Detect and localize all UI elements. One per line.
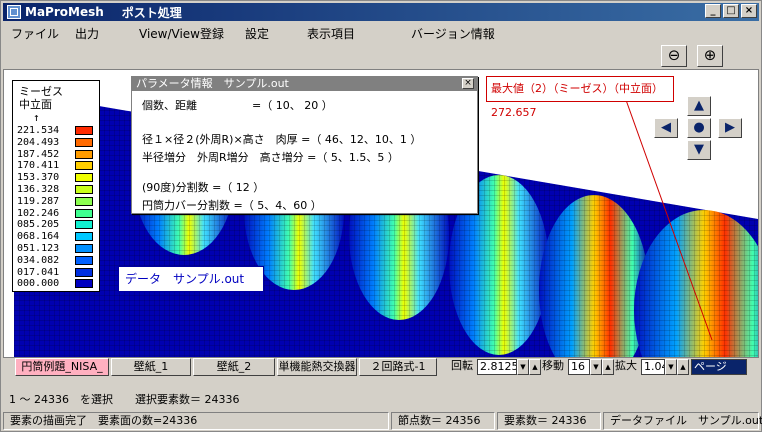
legend-title-neutral: 中立面: [19, 98, 52, 111]
param-line: 半径増分 外周R増分 高さ増分 =（ 5、1.5、5 ）: [142, 151, 399, 164]
legend-title-mises: ミーゼス: [19, 85, 63, 98]
rotate-down-icon[interactable]: ▼: [517, 359, 529, 375]
legend-value: 204.493: [17, 136, 60, 148]
legend-value: 034.082: [17, 254, 60, 266]
legend-value: 085.205: [17, 219, 60, 231]
main-window: MaProMesh ポスト処理 _ □ × ファイル 出力 View/View登…: [0, 0, 762, 432]
zoom-input[interactable]: 1.04: [641, 359, 665, 375]
legend-swatch: [75, 255, 93, 265]
minimize-button[interactable]: _: [705, 4, 721, 18]
param-line: 径１×径２(外周R)×高さ 肉厚 =（ 46、12、10、1 ）: [142, 133, 422, 146]
node-count: 節点数＝ 24356: [391, 412, 495, 430]
title-bar: MaProMesh ポスト処理 _ □ ×: [3, 3, 759, 21]
legend-swatch: [75, 267, 93, 277]
pan-down-button[interactable]: ▼: [687, 140, 711, 160]
parameter-panel[interactable]: パラメータ情報 サンプル.out × 個数、距離 =（ 10、 20 ） 径１×…: [131, 76, 478, 214]
app-subtitle: ポスト処理: [121, 5, 182, 20]
legend-value: 017.041: [17, 266, 60, 278]
legend-value: 102.246: [17, 207, 60, 219]
menu-settings[interactable]: 設定: [245, 25, 269, 42]
render-status: 要素の描画完了 要素面の数=24336: [3, 412, 389, 430]
legend-value: 136.328: [17, 184, 60, 195]
move-up-icon[interactable]: ▲: [602, 359, 614, 375]
up-arrow-icon: ↑: [33, 111, 40, 124]
tab-two-circuit[interactable]: ２回路式-1: [359, 358, 437, 376]
pan-up-button[interactable]: ▲: [687, 96, 711, 116]
rotate-input[interactable]: 2.8125: [477, 359, 517, 375]
zoom-up-icon[interactable]: ▲: [677, 359, 689, 375]
zoom-in-icon[interactable]: ⊕: [697, 45, 723, 67]
legend-value: 221.534: [17, 125, 60, 136]
menu-file[interactable]: ファイル: [11, 25, 59, 42]
legend-swatch: [75, 149, 93, 159]
zoom-label: 拡大: [615, 359, 637, 372]
page-select[interactable]: ページ: [691, 359, 747, 375]
app-title: MaProMesh: [25, 5, 104, 19]
zoom-down-icon[interactable]: ▼: [665, 359, 677, 375]
legend-value: 051.123: [17, 243, 60, 254]
legend-value: 000.000: [17, 278, 60, 290]
legend-value: 068.164: [17, 231, 60, 243]
legend-swatch: [75, 232, 93, 242]
pan-center-button[interactable]: ●: [687, 118, 711, 138]
legend-value: 187.452: [17, 148, 60, 160]
tab-cylinder[interactable]: 円筒例題_NISA_: [15, 358, 109, 376]
legend-swatch: [75, 185, 93, 194]
element-count: 要素数＝ 24336: [497, 412, 601, 430]
legend-swatch: [75, 279, 93, 289]
rotate-up-icon[interactable]: ▲: [529, 359, 541, 375]
rotate-label: 回転: [451, 359, 473, 372]
legend-value: 170.411: [17, 160, 60, 172]
selection-status: 1 ～ 24336 を選択 選択要素数＝ 24336: [9, 393, 240, 406]
menu-bar: ファイル 出力 View/View登録 設定 表示項目 バージョン情報: [3, 22, 759, 42]
param-line: (90度)分割数 =（ 12 ）: [142, 181, 265, 194]
data-file-label: データ サンプル.out: [118, 266, 264, 292]
parameter-panel-title: パラメータ情報 サンプル.out: [136, 77, 289, 90]
tab-heat-exchanger[interactable]: 単機能熱交換器: [277, 358, 357, 376]
legend-value: 153.370: [17, 172, 60, 184]
mesh-viewport[interactable]: ミーゼス 中立面 ↑ 221.534 204.493 187.452 170.411 15…: [3, 69, 759, 358]
legend-swatch: [75, 244, 93, 253]
max-value-label: 最大値（2）（ミーゼス）（中立面） 272.657: [486, 76, 674, 119]
menu-version[interactable]: バージョン情報: [411, 25, 495, 42]
legend-value: 119.287: [17, 195, 60, 207]
param-line: 円筒力バー分割数 =（ 5、4、60 ）: [142, 199, 322, 212]
zoom-out-icon[interactable]: ⊖: [661, 45, 687, 67]
pan-left-button[interactable]: ◀: [654, 118, 678, 138]
legend-swatch: [75, 126, 93, 135]
menu-display-items[interactable]: 表示項目: [307, 25, 355, 42]
legend-swatch: [75, 137, 93, 147]
move-label: 移動: [542, 359, 564, 372]
move-input[interactable]: 16: [568, 359, 590, 375]
data-file-status: データファイル サンプル.out: [603, 412, 762, 430]
pan-right-button[interactable]: ▶: [718, 118, 742, 138]
legend-swatch: [75, 208, 93, 218]
maximize-button[interactable]: □: [723, 4, 739, 18]
stress-legend: ミーゼス 中立面 ↑ 221.534 204.493 187.452 170.411 15…: [12, 80, 100, 292]
app-icon: [7, 5, 21, 19]
legend-swatch: [75, 161, 93, 171]
toolbar: ⊖ ⊕: [3, 43, 759, 69]
legend-swatch: [75, 220, 93, 230]
menu-output[interactable]: 出力: [75, 25, 99, 42]
legend-swatch: [75, 173, 93, 183]
tab-wallpaper-2[interactable]: 壁紙_2: [193, 358, 275, 376]
move-down-icon[interactable]: ▼: [590, 359, 602, 375]
menu-view[interactable]: View/View登録: [139, 25, 224, 42]
close-button[interactable]: ×: [741, 4, 757, 18]
legend-swatch: [75, 196, 93, 206]
parameter-panel-header[interactable]: パラメータ情報 サンプル.out ×: [132, 77, 477, 91]
tab-wallpaper-1[interactable]: 壁紙_1: [111, 358, 191, 376]
parameter-close-button[interactable]: ×: [462, 78, 474, 89]
param-line: 個数、距離 =（ 10、 20 ）: [142, 99, 333, 112]
